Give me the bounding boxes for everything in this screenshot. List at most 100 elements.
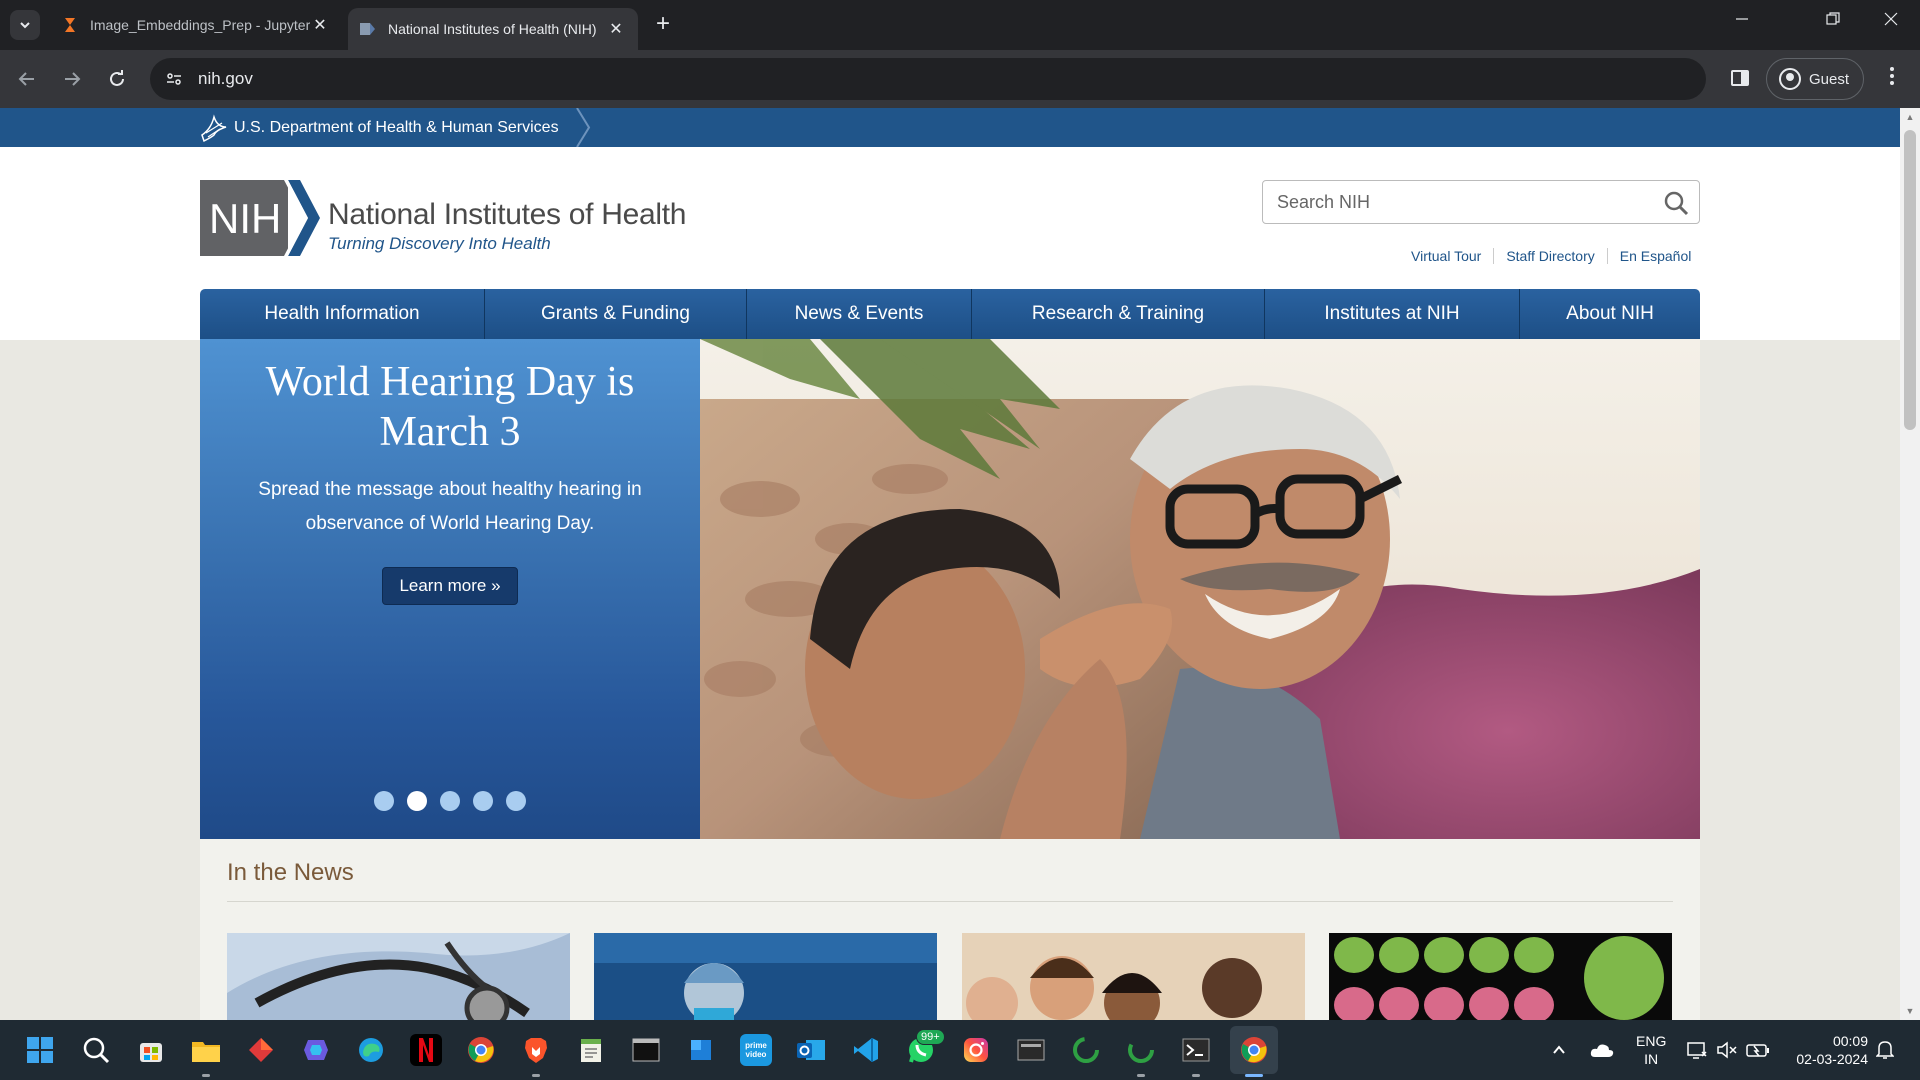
app-icon[interactable] — [245, 1034, 277, 1066]
carousel-dot[interactable] — [473, 791, 493, 811]
active-indicator — [1245, 1074, 1263, 1077]
virtual-tour-link[interactable]: Virtual Tour — [1400, 248, 1493, 264]
nav-news-events[interactable]: News & Events — [747, 289, 972, 339]
scroll-thumb[interactable] — [1904, 130, 1916, 430]
brave-icon[interactable] — [520, 1034, 552, 1066]
news-card-children[interactable] — [962, 933, 1305, 1020]
prime-video-icon[interactable]: prime video — [740, 1034, 772, 1066]
nav-about-nih[interactable]: About NIH — [1520, 289, 1700, 339]
site-search — [1262, 180, 1700, 224]
store-icon[interactable] — [135, 1034, 167, 1066]
running-indicator — [1192, 1074, 1200, 1077]
new-tab-button[interactable]: + — [650, 12, 676, 38]
main-navigation: Health Information Grants & Funding News… — [200, 289, 1700, 339]
tab-jupyter[interactable]: Image_Embeddings_Prep - Jupyter ✕ — [50, 8, 342, 42]
clock[interactable]: 00:09 02-03-2024 — [1784, 1020, 1868, 1080]
site-info-button[interactable] — [160, 65, 188, 93]
profile-button[interactable]: Guest — [1766, 58, 1864, 100]
hhs-link-label: U.S. Department of Health & Human Servic… — [234, 118, 559, 136]
divider — [227, 901, 1673, 902]
side-panel-button[interactable] — [1728, 66, 1752, 90]
nav-grants-funding[interactable]: Grants & Funding — [485, 289, 747, 339]
browser-menu-button[interactable] — [1882, 64, 1902, 94]
spinner-icon[interactable] — [1070, 1034, 1102, 1066]
netflix-icon[interactable] — [410, 1034, 442, 1066]
arrow-left-icon — [18, 72, 34, 86]
onedrive-icon[interactable] — [1590, 1020, 1614, 1080]
tab-close-icon[interactable]: ✕ — [606, 19, 626, 39]
nav-institutes[interactable]: Institutes at NIH — [1265, 289, 1520, 339]
notification-badge: 99+ — [916, 1029, 945, 1045]
app-icon[interactable] — [1015, 1034, 1047, 1066]
reload-button[interactable] — [102, 64, 132, 94]
news-card-brain-scans[interactable] — [1329, 933, 1672, 1020]
edge-icon[interactable] — [355, 1034, 387, 1066]
network-icon[interactable] — [1686, 1020, 1708, 1080]
en-espanol-link[interactable]: En Español — [1606, 248, 1691, 264]
nav-health-information[interactable]: Health Information — [200, 289, 485, 339]
minimize-icon — [1736, 18, 1748, 20]
vscode-icon[interactable] — [850, 1034, 882, 1066]
carousel-dot[interactable] — [506, 791, 526, 811]
staff-directory-link[interactable]: Staff Directory — [1493, 248, 1606, 264]
windows-start-icon[interactable] — [24, 1034, 56, 1066]
restore-button[interactable] — [1818, 12, 1848, 31]
nih-favicon-icon — [360, 23, 375, 35]
scroll-down-arrow[interactable]: ▼ — [1904, 1006, 1916, 1016]
hhs-eagle-icon — [201, 113, 227, 142]
news-card-stethoscope[interactable] — [227, 933, 570, 1020]
language-indicator[interactable]: ENG IN — [1636, 1020, 1666, 1080]
file-explorer-icon[interactable] — [190, 1034, 222, 1066]
battery-icon[interactable] — [1746, 1020, 1770, 1080]
search-icon[interactable] — [1663, 190, 1689, 216]
clock-date: 02-03-2024 — [1796, 1051, 1868, 1067]
notifications-button[interactable] — [1876, 1020, 1894, 1080]
back-button[interactable] — [12, 64, 42, 94]
chrome-icon[interactable] — [465, 1034, 497, 1066]
search-icon[interactable] — [80, 1034, 112, 1066]
tune-icon — [167, 73, 181, 85]
profile-icon — [1779, 68, 1801, 90]
hero-text-panel: World Hearing Day is March 3 Spread the … — [200, 339, 700, 839]
volume-muted-icon[interactable] — [1716, 1020, 1738, 1080]
hero-description: Spread the message about healthy hearing… — [258, 479, 642, 534]
app-icon[interactable] — [685, 1034, 717, 1066]
news-card-surgeon[interactable] — [594, 933, 937, 1020]
address-bar[interactable]: nih.gov — [150, 58, 1706, 100]
hhs-link[interactable]: U.S. Department of Health & Human Servic… — [200, 108, 559, 147]
browser-tab-bar: Image_Embeddings_Prep - Jupyter ✕ Nation… — [0, 0, 1920, 50]
utility-links: Virtual Tour Staff Directory En Español — [1400, 248, 1691, 264]
carousel-dot[interactable] — [440, 791, 460, 811]
nav-research-training[interactable]: Research & Training — [972, 289, 1265, 339]
tab-close-icon[interactable]: ✕ — [310, 15, 330, 35]
copilot-icon[interactable] — [300, 1034, 332, 1066]
carousel-indicators — [200, 791, 700, 811]
tab-search-button[interactable] — [10, 10, 40, 40]
search-input[interactable] — [1277, 191, 1647, 213]
minimize-button[interactable] — [1727, 12, 1757, 31]
nih-logo[interactable]: NIH National Institutes of Health Turnin… — [200, 180, 686, 256]
chevron-right-icon — [576, 108, 591, 147]
tray-overflow-button[interactable] — [1552, 1020, 1566, 1080]
forward-button[interactable] — [57, 64, 87, 94]
spinner-icon[interactable] — [1125, 1034, 1157, 1066]
tab-nih[interactable]: National Institutes of Health (NIH) ✕ — [348, 8, 638, 50]
carousel-dot-active[interactable] — [407, 791, 427, 811]
scroll-up-arrow[interactable]: ▲ — [1904, 112, 1916, 122]
window-close-button[interactable] — [1876, 12, 1906, 31]
instagram-icon[interactable] — [960, 1034, 992, 1066]
windows-taskbar: prime video 99+ ENG IN 00:09 02-03-2024 — [0, 1020, 1920, 1080]
outlook-icon[interactable] — [795, 1034, 827, 1066]
chevron-down-icon — [20, 22, 30, 29]
terminal-icon[interactable] — [630, 1034, 662, 1066]
powershell-icon[interactable] — [1180, 1034, 1212, 1066]
logo-tagline: Turning Discovery Into Health — [328, 234, 551, 253]
hhs-banner: U.S. Department of Health & Human Servic… — [0, 108, 1900, 147]
url-text[interactable]: nih.gov — [198, 69, 253, 89]
learn-more-button[interactable]: Learn more » — [382, 567, 518, 605]
page-viewport: U.S. Department of Health & Human Servic… — [0, 108, 1920, 1020]
page-scrollbar[interactable]: ▲ ▼ — [1900, 108, 1920, 1020]
notepad-icon[interactable] — [575, 1034, 607, 1066]
carousel-dot[interactable] — [374, 791, 394, 811]
chrome-icon[interactable] — [1238, 1034, 1270, 1066]
